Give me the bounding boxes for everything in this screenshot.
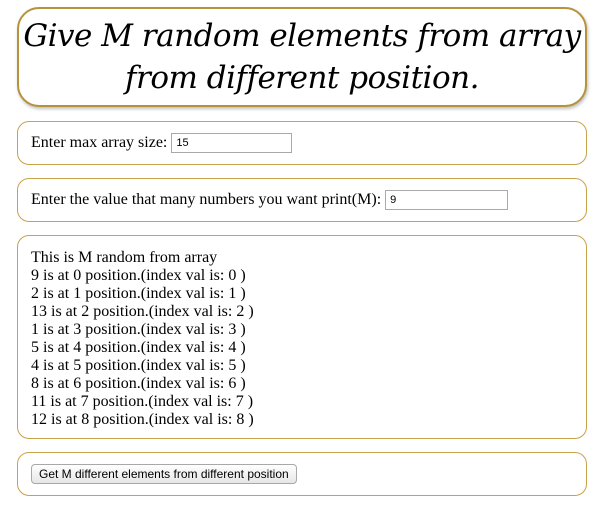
result-line: 5 is at 4 position.(index val is: 4 )	[31, 339, 246, 356]
array-size-panel: Enter max array size:	[17, 121, 587, 165]
result-line: 13 is at 2 position.(index val is: 2 )	[31, 303, 254, 320]
result-line: 9 is at 0 position.(index val is: 0 )	[31, 267, 246, 284]
page-title-line-1: Give M random elements from array	[23, 18, 581, 54]
results-heading: This is M random from array	[31, 249, 218, 266]
array-size-input[interactable]	[171, 133, 293, 153]
result-line: 11 is at 7 position.(index val is: 7 )	[31, 393, 254, 410]
action-panel: Get M different elements from different …	[17, 452, 587, 496]
page-title: Give M random elements from array from d…	[23, 15, 581, 99]
result-line: 8 is at 6 position.(index val is: 6 )	[31, 375, 246, 392]
m-value-input[interactable]	[385, 190, 509, 210]
title-panel: Give M random elements from array from d…	[17, 7, 587, 107]
page-title-line-2: from different position.	[125, 60, 479, 96]
get-elements-button[interactable]: Get M different elements from different …	[31, 464, 297, 484]
result-line: 4 is at 5 position.(index val is: 5 )	[31, 357, 246, 374]
result-line: 12 is at 8 position.(index val is: 8 )	[31, 411, 254, 428]
array-size-label: Enter max array size:	[31, 134, 168, 151]
m-value-label: Enter the value that many numbers you wa…	[31, 191, 382, 208]
result-line: 2 is at 1 position.(index val is: 1 )	[31, 285, 246, 302]
m-value-panel: Enter the value that many numbers you wa…	[17, 178, 587, 222]
results-panel: This is M random from array 9 is at 0 po…	[17, 235, 587, 439]
result-line: 1 is at 3 position.(index val is: 3 )	[31, 321, 246, 338]
